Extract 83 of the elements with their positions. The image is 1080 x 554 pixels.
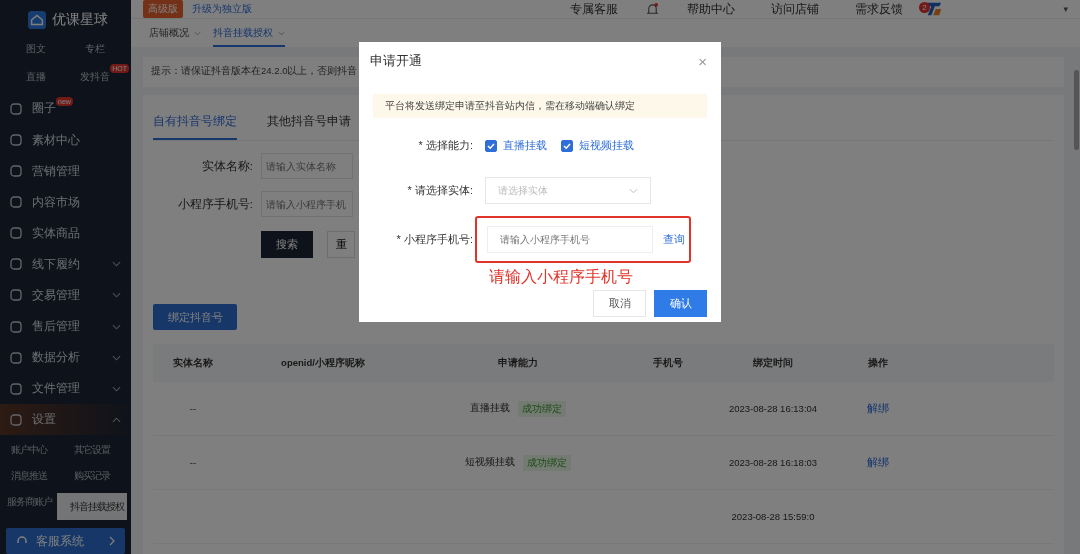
caret-icon — [194, 31, 201, 36]
menu-item[interactable]: 交易管理 — [0, 279, 131, 312]
table-cell: -- — [189, 403, 197, 414]
field-label: 实体名称: — [200, 158, 253, 174]
shortcut-link[interactable]: 图文 — [25, 43, 46, 55]
field-label: * 选择能力: — [417, 138, 474, 153]
checkbox-option[interactable]: 直播挂载 — [485, 138, 547, 153]
page-tab[interactable]: 抖音挂载授权 — [213, 19, 285, 47]
status-tag: 成功绑定 — [523, 454, 571, 471]
checkbox-option[interactable]: 短视频挂载 — [561, 138, 634, 153]
menu-item[interactable]: 文件管理 — [0, 373, 131, 405]
header-link[interactable]: 帮助中心 — [687, 1, 736, 17]
submenu-item[interactable]: 服务商账户 — [2, 493, 56, 521]
menu-item[interactable]: 实体商品 — [0, 217, 131, 249]
unbind-link[interactable]: 解绑 — [867, 456, 889, 468]
checkbox[interactable] — [561, 139, 573, 152]
menu-item[interactable]: 售后管理 — [0, 311, 131, 343]
search-button[interactable]: 搜索 — [261, 231, 313, 258]
annotation-text: 请输入小程序手机号 — [489, 267, 634, 287]
submenu-item[interactable]: 消息推送 — [2, 467, 56, 485]
house-logo-icon — [28, 10, 46, 29]
chevron-icon — [112, 416, 121, 423]
customer-service-button[interactable]: 客服系统 — [6, 528, 125, 554]
status-tag: 成功绑定 — [518, 400, 566, 417]
chevron-icon — [112, 261, 121, 268]
table-cell-text: 2023-08-28 16:18:03 — [727, 455, 819, 470]
table-cell-text: 2023-08-28 16:13:04 — [727, 401, 819, 416]
column-header: 申请能力 — [497, 356, 539, 370]
count-badge: 2 — [919, 2, 930, 13]
column-header: 操作 — [867, 356, 889, 370]
logo-icon — [925, 1, 944, 17]
input-field[interactable]: 请输入小程序手机 — [261, 191, 353, 217]
table-cell: 直播挂载 — [470, 402, 510, 415]
bell-icon[interactable] — [646, 1, 660, 17]
menu-item[interactable]: 线下履约 — [0, 248, 131, 280]
page-tab[interactable]: 店铺概况 — [149, 19, 201, 47]
edition-badge: 高级版 — [143, 0, 183, 18]
dropdown-caret[interactable]: ▾ — [1063, 4, 1068, 14]
header-link[interactable]: 专属客服 — [570, 1, 619, 17]
input-field[interactable]: 请输入实体名称 — [261, 153, 353, 179]
header-link[interactable]: 访问店铺 — [771, 1, 820, 17]
column-header: 实体名称 — [172, 356, 214, 370]
submenu-item[interactable]: 账户中心 — [2, 441, 56, 459]
header-link[interactable]: 需求反馈 — [855, 1, 904, 17]
checkbox[interactable] — [485, 139, 497, 152]
field-label: * 小程序手机号: — [395, 232, 474, 247]
chevron-icon — [112, 323, 121, 330]
table-cell-text: 2023-08-28 15:59:0 — [730, 509, 816, 524]
menu-item[interactable]: 数据分析 — [0, 342, 131, 374]
reset-button[interactable]: 重 — [327, 231, 355, 258]
tab[interactable]: 其他抖音号申请 — [267, 105, 351, 140]
column-header: openid/小程序昵称 — [280, 356, 366, 370]
menu-item[interactable]: 内容市场 — [0, 186, 131, 218]
chevron-icon — [112, 354, 121, 361]
shortcut-link[interactable]: 专栏 — [85, 43, 106, 55]
table-cell: 短视频挂载 — [465, 456, 515, 469]
chevron-right-icon — [109, 536, 115, 547]
submenu-item[interactable]: 购买记录 — [57, 467, 127, 485]
menu-item[interactable]: 营销管理 — [0, 155, 131, 187]
table-cell: -- — [189, 457, 197, 468]
caret-icon — [278, 31, 285, 36]
field-label: 小程序手机号: — [176, 196, 253, 212]
column-header: 手机号 — [652, 356, 684, 370]
submenu-item[interactable]: 抖音挂载授权 — [57, 493, 127, 521]
scrollbar[interactable] — [1074, 70, 1079, 150]
cancel-button[interactable]: 取消 — [593, 290, 646, 317]
brand-name: 优课星球 — [52, 10, 108, 29]
unbind-link[interactable]: 解绑 — [867, 402, 889, 414]
chevron-icon — [112, 292, 121, 299]
select-field[interactable]: 请选择实体 — [485, 177, 651, 204]
input-field[interactable]: 请输入小程序手机号 — [487, 226, 653, 253]
chevron-down-icon — [629, 187, 638, 194]
column-header: 绑定时间 — [752, 356, 794, 370]
field-label: * 请选择实体: — [406, 183, 474, 198]
notice-text: 平台将发送绑定申请至抖音站内信，需在移动端确认绑定 — [373, 94, 707, 118]
tab[interactable]: 自有抖音号绑定 — [153, 105, 237, 140]
chevron-icon — [112, 385, 121, 392]
confirm-button[interactable]: 确认 — [654, 290, 707, 317]
upgrade-link[interactable]: 升级为独立版 — [192, 2, 252, 16]
shortcut-link[interactable]: 发抖音 — [80, 71, 111, 83]
query-link[interactable]: 查询 — [663, 232, 685, 247]
bind-account-button[interactable]: 绑定抖音号 — [153, 304, 237, 330]
menu-item[interactable]: 素材中心 — [0, 124, 131, 156]
